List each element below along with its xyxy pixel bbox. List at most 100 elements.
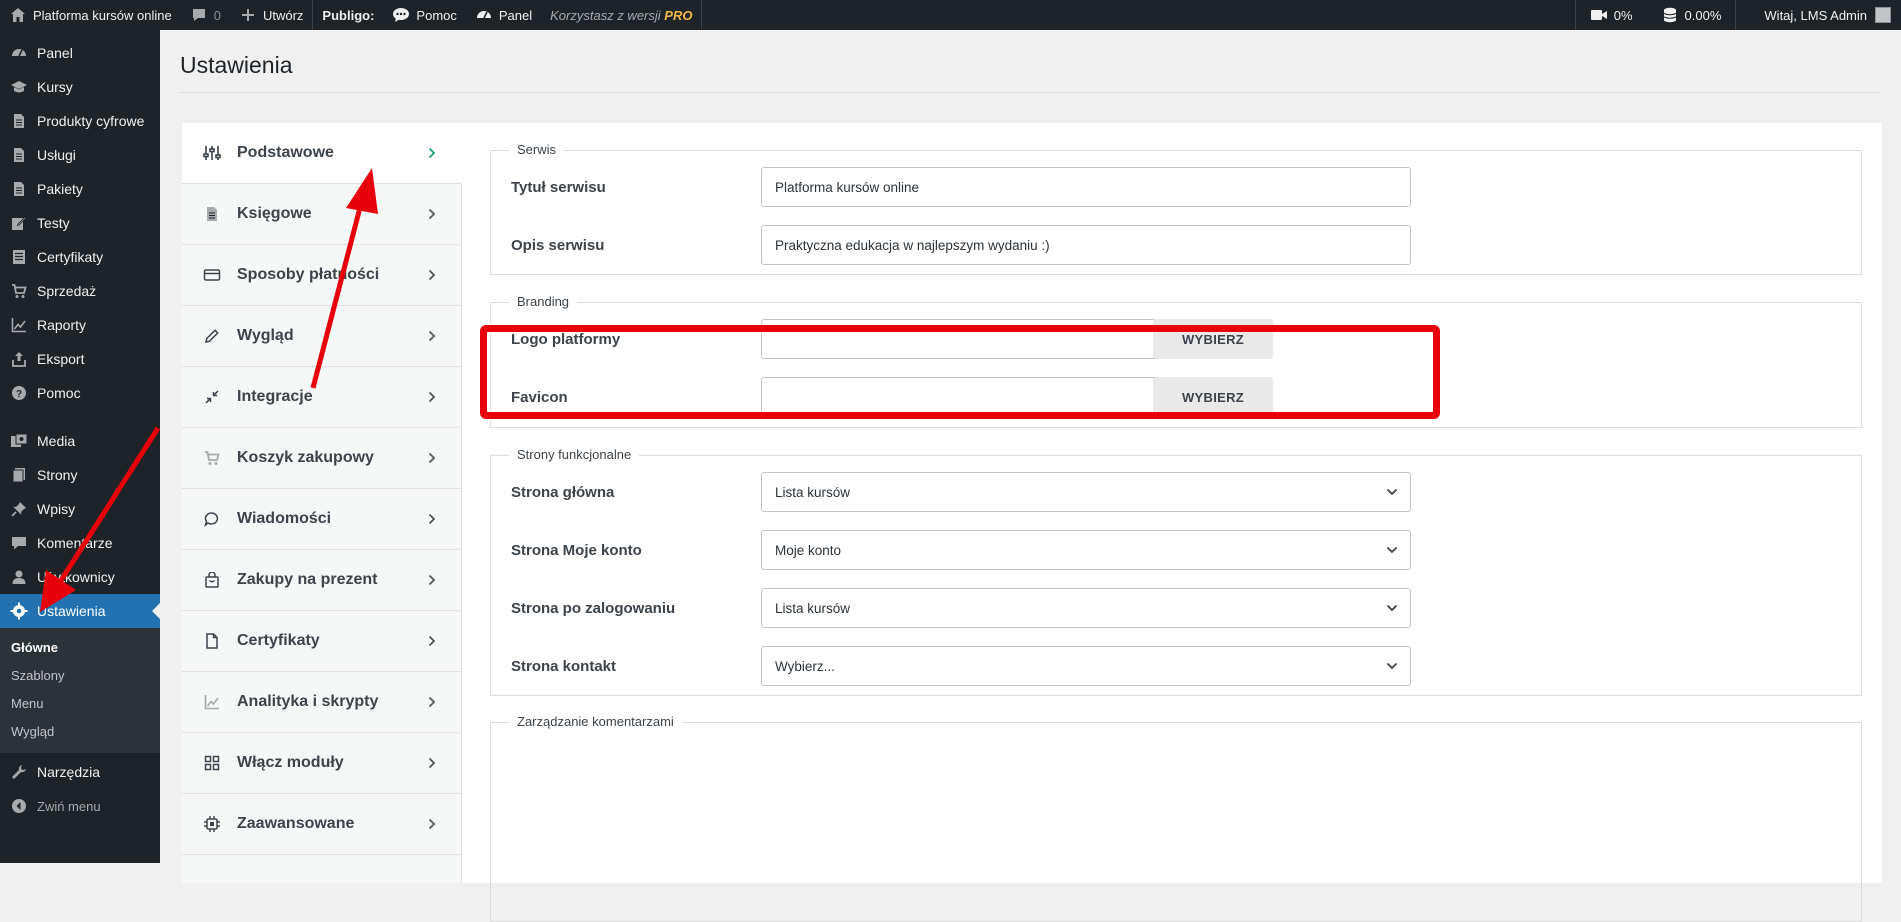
comment-icon xyxy=(190,6,208,24)
document-icon xyxy=(202,204,222,224)
sidebar-item-kursy[interactable]: Kursy xyxy=(0,70,160,104)
chevron-right-icon xyxy=(425,329,439,343)
panel-label: Panel xyxy=(498,7,533,23)
chevron-down-icon xyxy=(1386,488,1398,496)
help-icon: ? xyxy=(9,383,29,403)
avatar xyxy=(1875,7,1891,23)
settings-tab-label: Koszyk zakupowy xyxy=(237,449,374,466)
sidebar-item-eksport[interactable]: Eksport xyxy=(0,342,160,376)
sidebar-item-label: Usługi xyxy=(37,147,76,163)
main-content: Ustawienia Podstawowe Księgowe Sposoby pła… xyxy=(160,30,1901,922)
settings-tab-label: Analityka i skrypty xyxy=(237,693,379,710)
sidebar-item-sprzedaz[interactable]: Sprzedaż xyxy=(0,274,160,308)
comment-icon xyxy=(9,533,29,553)
publigo-brand: Publigo: xyxy=(322,7,375,23)
pro-version-notice[interactable]: Korzystasz z wersji PRO xyxy=(541,0,701,30)
field-row: Strona po zalogowaniu Lista kursów xyxy=(511,588,1411,628)
pencil-icon xyxy=(202,326,222,346)
settings-tab-label: Wygląd xyxy=(237,327,294,344)
sidebar-item-uzytkownicy[interactable]: Użytkownicy xyxy=(0,560,160,594)
settings-tab-podstawowe[interactable]: Podstawowe xyxy=(182,123,462,184)
page-select-strona-moje-konto[interactable]: Moje konto xyxy=(761,530,1411,570)
sidebar-item-media[interactable]: Media xyxy=(0,424,160,458)
media-icon xyxy=(9,431,29,451)
new-label: Utwórz xyxy=(262,7,304,23)
favicon-pick-button[interactable]: WYBIERZ xyxy=(1153,377,1273,417)
fieldset-legend: Strony funkcjonalne xyxy=(509,447,640,462)
sidebar-item-wpisy[interactable]: Wpisy xyxy=(0,492,160,526)
grid-icon xyxy=(202,753,222,773)
file-icon xyxy=(202,631,222,651)
settings-tab-label: Podstawowe xyxy=(237,144,334,161)
admin-bar: Platforma kursów online 0 Utwórz Publigo… xyxy=(0,0,1901,30)
sidebar-item-label: Pomoc xyxy=(37,385,81,401)
settings-tab-label: Włącz moduły xyxy=(237,754,344,771)
page-select-strona-po-zalogowaniu[interactable]: Lista kursów xyxy=(761,588,1411,628)
fieldset-branding: Branding Logo platformy WYBIERZ Favicon … xyxy=(490,294,1862,428)
page-select-strona-kontakt[interactable]: Wybierz... xyxy=(761,646,1411,686)
sidebar-item-label: Testy xyxy=(37,215,70,231)
page-select-strona-glowna[interactable]: Lista kursów xyxy=(761,472,1411,512)
svg-text:?: ? xyxy=(16,389,22,400)
submenu-item-appearance[interactable]: Wygląd xyxy=(0,718,160,746)
settings-tab-analityka-i-skrypty[interactable]: Analityka i skrypty xyxy=(182,672,461,733)
separator xyxy=(701,0,703,30)
new-content-link[interactable]: Utwórz xyxy=(230,0,312,30)
account-menu[interactable]: Witaj, LMS Admin xyxy=(1736,0,1901,30)
sidebar-item-certyfikaty[interactable]: Certyfikaty xyxy=(0,240,160,274)
document-icon xyxy=(9,179,29,199)
sidebar-item-panel[interactable]: Panel xyxy=(0,36,160,70)
sidebar-item-pomoc[interactable]: ? Pomoc xyxy=(0,376,160,410)
sidebar-item-komentarze[interactable]: Komentarze xyxy=(0,526,160,560)
settings-tab-label: Księgowe xyxy=(237,205,312,222)
graduation-cap-icon xyxy=(9,77,29,97)
settings-tab-integracje[interactable]: Integracje xyxy=(182,367,461,428)
settings-tab-label: Certyfikaty xyxy=(237,632,320,649)
settings-tab-koszyk-zakupowy[interactable]: Koszyk zakupowy xyxy=(182,428,461,489)
sidebar-item-produkty-cyfrowe[interactable]: Produkty cyfrowe xyxy=(0,104,160,138)
database-percent: 0.00% xyxy=(1684,7,1722,23)
chevron-right-icon xyxy=(425,756,439,770)
help-label: Pomoc xyxy=(416,7,457,23)
sidebar-item-testy[interactable]: Testy xyxy=(0,206,160,240)
site-name-link[interactable]: Platforma kursów online xyxy=(0,0,181,30)
sidebar-item-settings[interactable]: Ustawienia xyxy=(0,594,160,628)
chevron-right-icon xyxy=(425,146,439,160)
sidebar-item-uslugi[interactable]: Usługi xyxy=(0,138,160,172)
submenu-item-templates[interactable]: Szablony xyxy=(0,662,160,690)
user-icon xyxy=(9,567,29,587)
fieldset-functional-pages: Strony funkcjonalne Strona główna Lista k… xyxy=(490,447,1862,696)
settings-tab-zakupy-na-prezent[interactable]: Zakupy na prezent xyxy=(182,550,461,611)
page-select-label: Strona główna xyxy=(511,483,615,501)
sidebar-item-pakiety[interactable]: Pakiety xyxy=(0,172,160,206)
video-usage[interactable]: 0% xyxy=(1576,0,1647,30)
gauge-icon xyxy=(475,6,493,24)
speech-bubble-icon xyxy=(392,6,410,24)
logo-pick-button[interactable]: WYBIERZ xyxy=(1153,319,1273,359)
chevron-right-icon xyxy=(425,268,439,282)
panel-link[interactable]: Panel xyxy=(466,0,541,30)
help-link[interactable]: Pomoc xyxy=(383,0,465,30)
field-row: Strona kontakt Wybierz... xyxy=(511,646,1411,686)
settings-tab-certyfikaty[interactable]: Certyfikaty xyxy=(182,611,461,672)
sidebar-item-raporty[interactable]: Raporty xyxy=(0,308,160,342)
submenu-item-main[interactable]: Główne xyxy=(0,634,160,662)
settings-tab-ksiegowe[interactable]: Księgowe xyxy=(182,184,461,245)
settings-tab-sposoby-platnosci[interactable]: Sposoby płatności xyxy=(182,245,461,306)
submenu-item-menu[interactable]: Menu xyxy=(0,690,160,718)
collapse-menu-button[interactable]: Zwiń menu xyxy=(0,789,160,823)
site-title-input[interactable]: Platforma kursów online xyxy=(761,167,1411,207)
site-description-input[interactable]: Praktyczna edukacja w najlepszym wydaniu… xyxy=(761,225,1411,265)
settings-tab-wiadomosci[interactable]: Wiadomości xyxy=(182,489,461,550)
comments-link[interactable]: 0 xyxy=(181,0,230,30)
settings-tab-wyglad[interactable]: Wygląd xyxy=(182,306,461,367)
settings-tab-zaawansowane[interactable]: Zaawansowane xyxy=(182,794,461,855)
sidebar-item-strony[interactable]: Strony xyxy=(0,458,160,492)
database-usage[interactable]: 0.00% xyxy=(1647,0,1736,30)
cart-icon xyxy=(9,281,29,301)
settings-tab-label: Integracje xyxy=(237,388,313,405)
sidebar-item-tools[interactable]: Narzędzia xyxy=(0,755,160,789)
settings-tab-wlacz-moduly[interactable]: Włącz moduły xyxy=(182,733,461,794)
field-row: Strona główna Lista kursów xyxy=(511,472,1411,512)
sidebar-item-label: Strony xyxy=(37,467,78,483)
